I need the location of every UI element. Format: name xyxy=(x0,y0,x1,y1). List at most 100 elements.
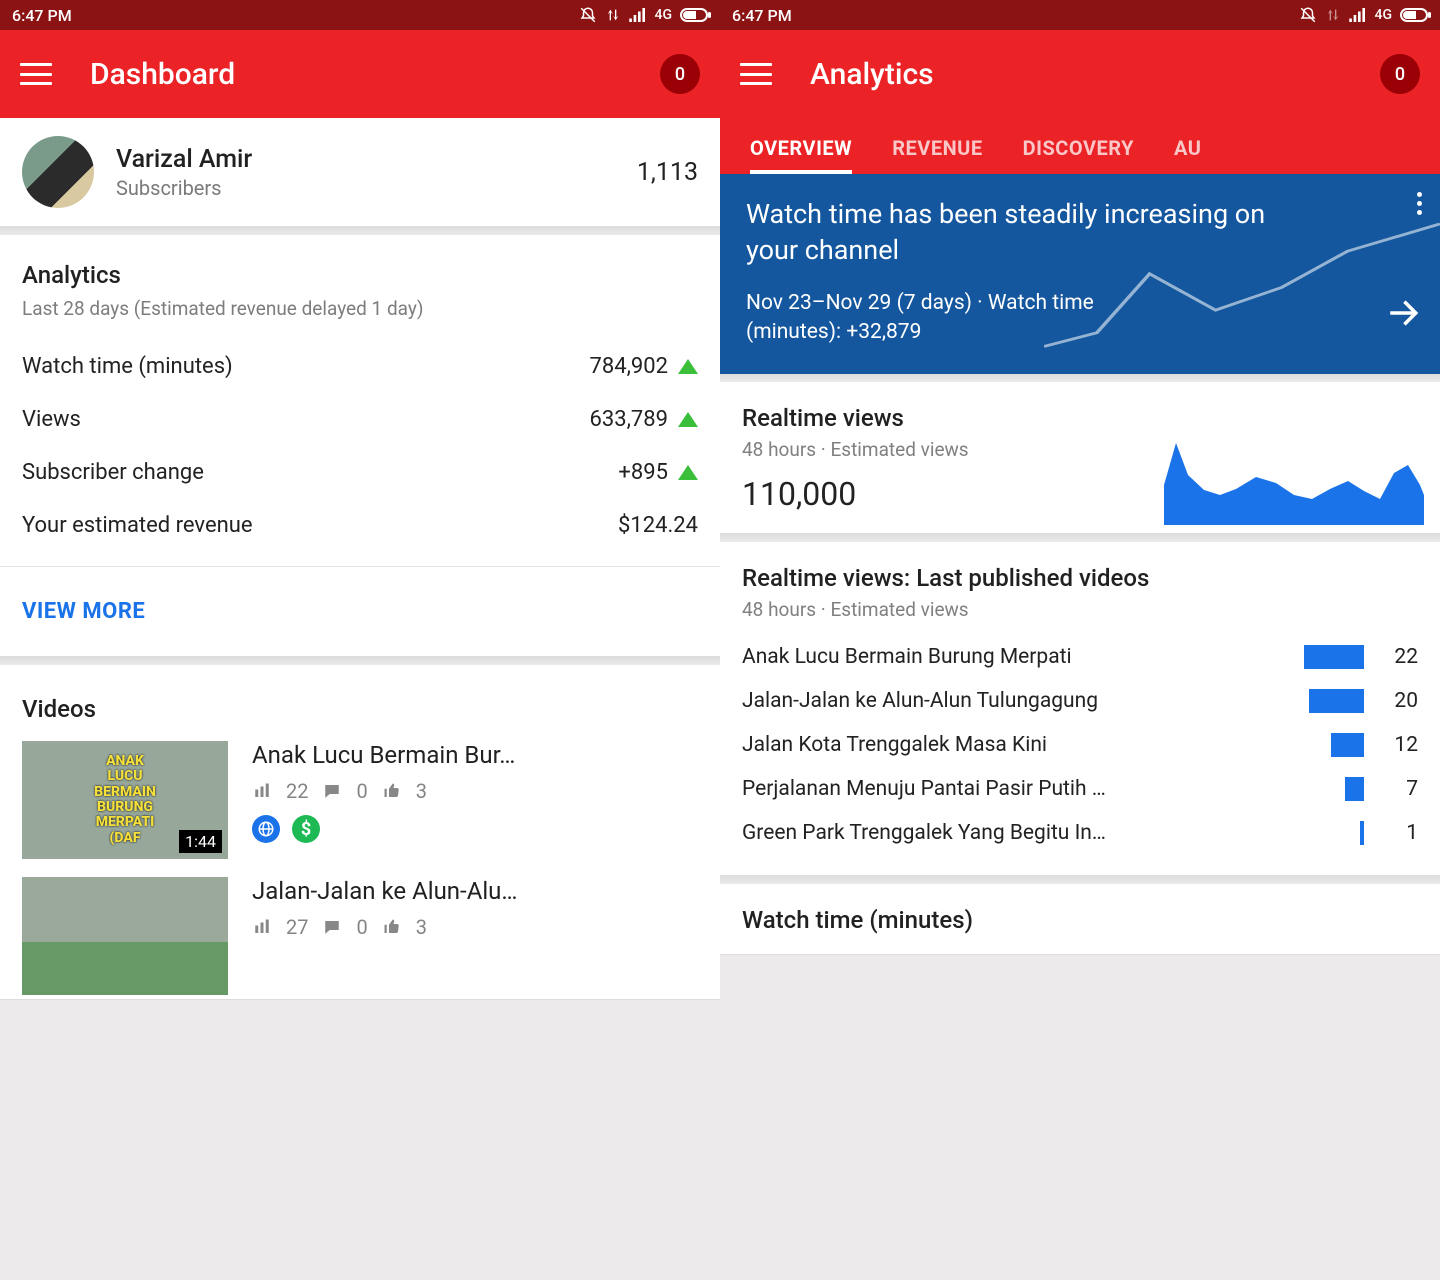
video-views: 27 xyxy=(286,915,308,939)
realtime-video-title: Jalan-Jalan ke Alun-Alun Tulungagung xyxy=(742,689,1280,713)
realtime-videos-sub: 48 hours · Estimated views xyxy=(742,598,1418,621)
battery-icon xyxy=(680,8,708,22)
tab-discovery[interactable]: DISCOVERY xyxy=(1023,136,1134,174)
likes-icon xyxy=(382,918,402,936)
view-more-link[interactable]: VIEW MORE xyxy=(22,599,145,624)
metric-value: 784,902 xyxy=(589,354,668,379)
realtime-title: Realtime views xyxy=(742,404,1418,432)
menu-icon[interactable] xyxy=(740,63,772,85)
subscribers-count: 1,113 xyxy=(637,158,698,187)
battery-icon xyxy=(1400,8,1428,22)
network-label: 4G xyxy=(655,7,673,23)
video-list-item[interactable]: ANAKLUCUBERMAINBURUNGMERPATI(DAF 1:44 An… xyxy=(0,723,720,859)
app-bar: Analytics 0 OVERVIEW REVENUE DISCOVERY AU xyxy=(720,30,1440,174)
video-likes: 3 xyxy=(416,779,427,803)
bar-icon xyxy=(1309,689,1364,713)
realtime-video-title: Jalan Kota Trenggalek Masa Kini xyxy=(742,733,1280,757)
video-comments: 0 xyxy=(356,779,367,803)
watch-time-section[interactable]: Watch time (minutes) xyxy=(720,884,1440,955)
analytics-card: Analytics Last 28 days (Estimated revenu… xyxy=(0,235,720,657)
metric-row[interactable]: Your estimated revenue $124.24 xyxy=(0,499,720,552)
trend-up-icon xyxy=(678,412,698,427)
metric-value: +895 xyxy=(618,460,668,485)
monetized-icon: $ xyxy=(292,815,320,843)
status-bar: 6:47 PM 4G xyxy=(720,0,1440,30)
bar-icon xyxy=(1304,645,1364,669)
more-icon[interactable] xyxy=(1417,192,1422,215)
realtime-video-row[interactable]: Anak Lucu Bermain Burung Merpati 22 xyxy=(742,635,1418,679)
realtime-video-title: Perjalanan Menuju Pantai Pasir Putih … xyxy=(742,777,1280,801)
channel-summary-card[interactable]: Varizal Amir Subscribers 1,113 xyxy=(0,118,720,227)
video-title: Jalan-Jalan ke Alun-Alu… xyxy=(252,877,698,905)
video-list-item[interactable]: Jalan-Jalan ke Alun-Alu… 27 0 3 xyxy=(0,859,720,995)
tab-au[interactable]: AU xyxy=(1174,136,1201,174)
realtime-video-views: 12 xyxy=(1378,733,1418,757)
avatar xyxy=(22,136,94,208)
realtime-video-views: 7 xyxy=(1378,777,1418,801)
insight-subtitle-line1: Nov 23–Nov 29 (7 days) · Watch time xyxy=(746,291,1094,315)
metric-row[interactable]: Views 633,789 xyxy=(0,393,720,446)
page-title: Dashboard xyxy=(90,57,235,92)
realtime-video-row[interactable]: Perjalanan Menuju Pantai Pasir Putih … 7 xyxy=(742,767,1418,811)
metric-value: 633,789 xyxy=(589,407,668,432)
views-icon xyxy=(252,782,272,800)
subscribers-label: Subscribers xyxy=(116,176,252,200)
comments-icon xyxy=(322,918,342,936)
app-bar: Dashboard 0 xyxy=(0,30,720,118)
notifications-badge[interactable]: 0 xyxy=(1380,54,1420,94)
video-thumbnail xyxy=(22,877,228,995)
arrow-right-icon[interactable] xyxy=(1386,296,1420,334)
metric-label: Your estimated revenue xyxy=(22,513,253,538)
realtime-video-title: Green Park Trenggalek Yang Begitu In… xyxy=(742,821,1280,845)
metric-label: Watch time (minutes) xyxy=(22,354,233,379)
watch-time-title: Watch time (minutes) xyxy=(742,906,1418,934)
views-icon xyxy=(252,918,272,936)
bar-icon xyxy=(1345,777,1364,801)
analytics-subtitle: Last 28 days (Estimated revenue delayed … xyxy=(22,297,698,320)
realtime-views-card[interactable]: Realtime views 48 hours · Estimated view… xyxy=(720,382,1440,534)
data-arrows-icon xyxy=(1325,7,1341,23)
metric-value: $124.24 xyxy=(618,513,698,538)
video-comments: 0 xyxy=(356,915,367,939)
globe-icon xyxy=(252,815,280,843)
trend-up-icon xyxy=(678,465,698,480)
videos-card: Videos ANAKLUCUBERMAINBURUNGMERPATI(DAF … xyxy=(0,665,720,1000)
video-thumbnail: ANAKLUCUBERMAINBURUNGMERPATI(DAF 1:44 xyxy=(22,741,228,859)
dashboard-screen: 6:47 PM 4G Dashboard 0 Varizal Amir Subs… xyxy=(0,0,720,1280)
insight-subtitle-line2: (minutes): +32,879 xyxy=(746,320,921,344)
status-time: 6:47 PM xyxy=(12,6,72,25)
page-title: Analytics xyxy=(810,57,934,92)
realtime-video-views: 22 xyxy=(1378,645,1418,669)
realtime-video-row[interactable]: Jalan Kota Trenggalek Masa Kini 12 xyxy=(742,723,1418,767)
network-label: 4G xyxy=(1375,7,1393,23)
realtime-videos-title: Realtime views: Last published videos xyxy=(742,564,1418,592)
comments-icon xyxy=(322,782,342,800)
trend-up-icon xyxy=(678,359,698,374)
tab-overview[interactable]: OVERVIEW xyxy=(750,136,852,174)
realtime-video-row[interactable]: Green Park Trenggalek Yang Begitu In… 1 xyxy=(742,811,1418,855)
metric-label: Views xyxy=(22,407,81,432)
duration-badge: 1:44 xyxy=(179,830,222,853)
realtime-video-views: 20 xyxy=(1378,689,1418,713)
dnd-icon xyxy=(579,6,597,24)
analytics-screen: 6:47 PM 4G Analytics 0 OVERVIEW REVENUE DI… xyxy=(720,0,1440,1280)
signal-icon xyxy=(1349,8,1367,22)
signal-icon xyxy=(629,8,647,22)
status-bar: 6:47 PM 4G xyxy=(0,0,720,30)
insight-card[interactable]: Watch time has been steadily increasing … xyxy=(720,174,1440,374)
metric-row[interactable]: Subscriber change +895 xyxy=(0,446,720,499)
videos-title: Videos xyxy=(22,695,698,723)
metric-row[interactable]: Watch time (minutes) 784,902 xyxy=(0,340,720,393)
menu-icon[interactable] xyxy=(20,63,52,85)
data-arrows-icon xyxy=(605,7,621,23)
notifications-badge[interactable]: 0 xyxy=(660,54,700,94)
tab-revenue[interactable]: REVENUE xyxy=(892,136,982,174)
bar-icon xyxy=(1360,821,1364,845)
realtime-video-title: Anak Lucu Bermain Burung Merpati xyxy=(742,645,1280,669)
status-time: 6:47 PM xyxy=(732,6,792,25)
analytics-title: Analytics xyxy=(22,261,698,289)
dnd-icon xyxy=(1299,6,1317,24)
realtime-last-videos-card: Realtime views: Last published videos 48… xyxy=(720,542,1440,876)
realtime-video-row[interactable]: Jalan-Jalan ke Alun-Alun Tulungagung 20 xyxy=(742,679,1418,723)
bar-icon xyxy=(1331,733,1364,757)
